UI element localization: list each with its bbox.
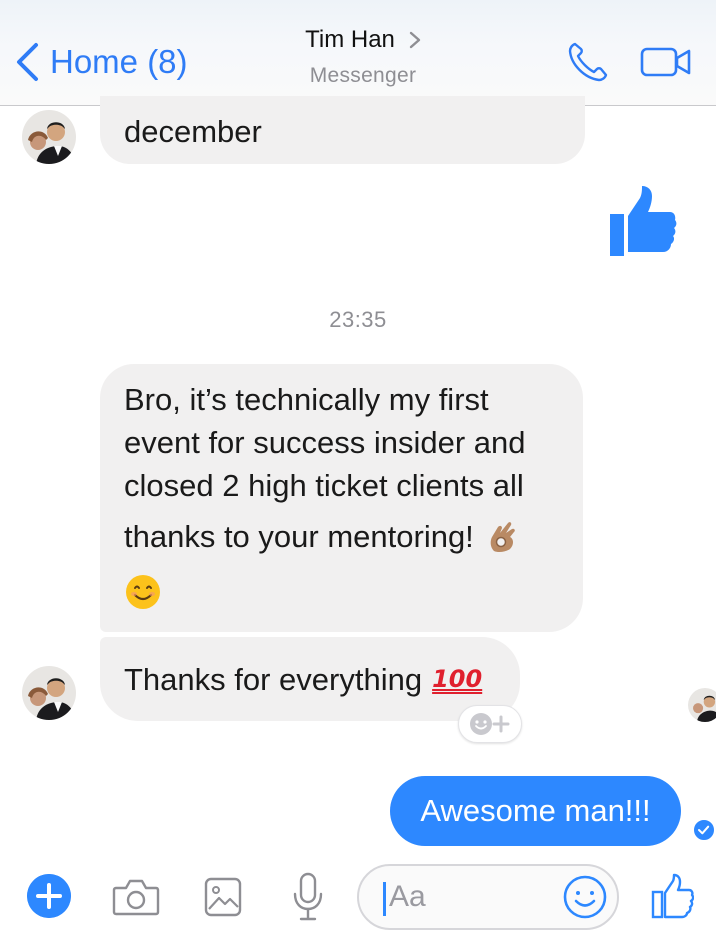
read-receipt-avatar: [688, 688, 716, 722]
microphone-icon[interactable]: [291, 872, 325, 922]
message-text: Thanks for everything: [124, 661, 423, 697]
chevron-left-icon: [17, 43, 38, 81]
contact-avatar[interactable]: [22, 666, 76, 720]
message-bubble-incoming[interactable]: Bro, it’s technically my first event for…: [100, 364, 583, 632]
chevron-right-icon: [409, 31, 421, 49]
conversation-header: Home (8) Tim Han Messenger: [0, 0, 716, 106]
video-camera-icon[interactable]: [640, 46, 692, 78]
smiling-face-emoji-icon: [126, 575, 160, 609]
message-text-line-with-emoji: thanks to your mentoring!: [124, 507, 559, 559]
contact-subtitle: Messenger: [309, 64, 417, 87]
message-bubble-incoming[interactable]: Thanks for everything 100: [100, 637, 520, 721]
message-timestamp: 23:35: [329, 307, 387, 332]
message-bubble-outgoing[interactable]: Awesome man!!!: [390, 776, 681, 846]
ok-hand-emoji-icon: [490, 522, 515, 553]
phone-icon[interactable]: [566, 40, 610, 84]
hundred-points-emoji-icon: 100: [432, 664, 483, 693]
message-text-line: Bro, it’s technically my first: [124, 382, 489, 417]
camera-icon[interactable]: [112, 876, 160, 918]
contact-avatar[interactable]: [22, 110, 76, 164]
message-text: Awesome man!!!: [420, 793, 651, 828]
add-reaction-icon: [470, 713, 510, 735]
back-button-label: Home (8): [50, 43, 188, 80]
contact-title[interactable]: Tim Han Messenger: [258, 26, 468, 88]
emoji-icon[interactable]: [562, 874, 608, 920]
message-text-line: closed 2 high ticket clients all: [124, 468, 524, 503]
image-icon[interactable]: [204, 876, 242, 918]
message-text-line: thanks to your mentoring!: [124, 519, 474, 554]
message-bubble-incoming[interactable]: december: [100, 96, 585, 164]
text-caret: [383, 882, 386, 916]
message-input-placeholder: Aa: [389, 880, 426, 913]
message-text-line: event for success insider and: [124, 425, 526, 460]
message-text: december: [124, 114, 262, 149]
contact-name: Tim Han: [305, 26, 395, 53]
thumbs-up-icon[interactable]: [650, 872, 694, 920]
thumbs-up-icon[interactable]: [606, 184, 678, 258]
add-reaction-button[interactable]: [458, 705, 522, 743]
check-icon: [692, 818, 716, 842]
back-button[interactable]: Home (8): [14, 40, 188, 84]
plus-icon[interactable]: [27, 874, 71, 918]
